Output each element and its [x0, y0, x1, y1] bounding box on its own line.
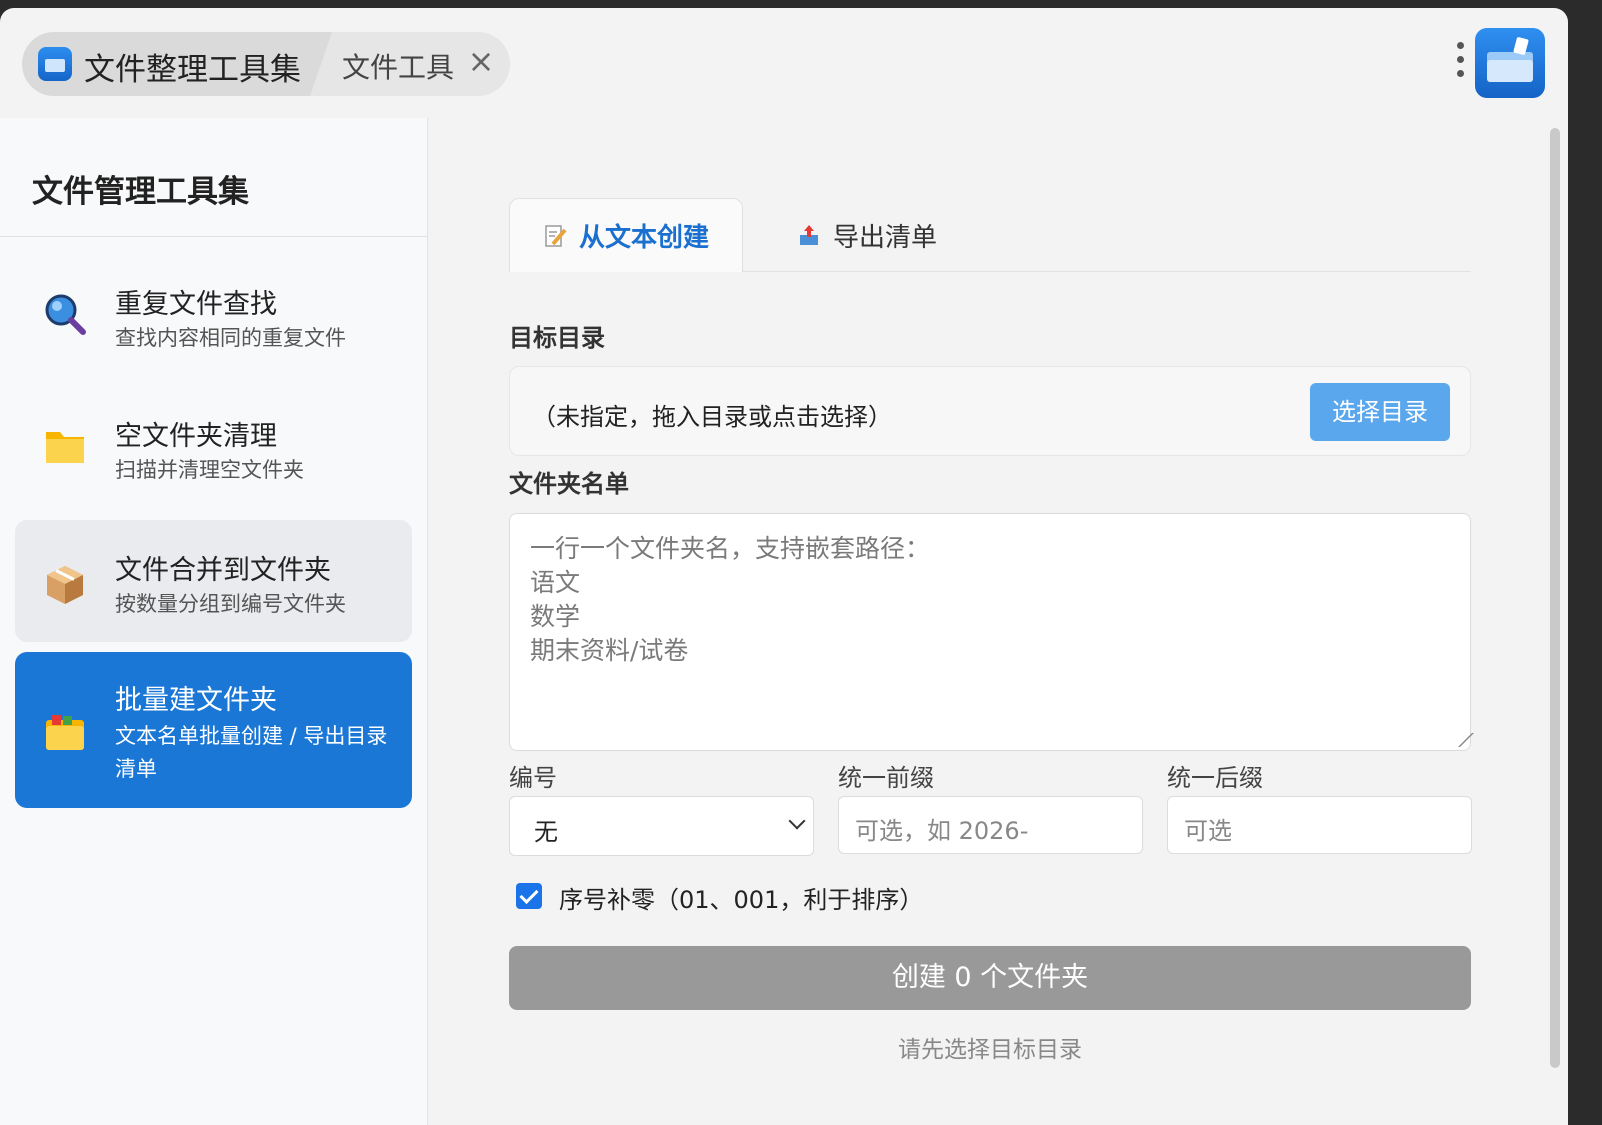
folder-list-textarea[interactable]: 一行一个文件夹名，支持嵌套路径： 语文 数学 期末资料/试卷 — [509, 513, 1474, 751]
sidebar-title: 文件管理工具集 — [32, 174, 249, 210]
choose-dir-button[interactable]: 选择目录 — [1310, 383, 1450, 441]
sidebar-item-desc: 查找内容相同的重复文件 — [115, 326, 346, 350]
suffix-placeholder: 可选 — [1184, 817, 1232, 845]
outbox-icon — [800, 225, 818, 245]
sidebar-item-desc: 文本名单批量创建 / 导出目录清单 — [115, 724, 388, 781]
tab-label: 从文本创建 — [578, 223, 709, 253]
sidebar-item-empty-folder-cleanup[interactable]: 空文件夹清理 扫描并清理空文件夹 — [15, 390, 412, 502]
target-dir-label: 目标目录 — [509, 324, 605, 352]
zero-pad-label[interactable]: 序号补零（01、001，利于排序） — [559, 880, 923, 915]
prefix-input[interactable]: 可选，如 2026- — [838, 796, 1143, 854]
sidebar-item-merge-to-folder[interactable]: 文件合并到文件夹 按数量分组到编号文件夹 — [15, 520, 412, 642]
app-title: 文件整理工具集 — [84, 52, 301, 88]
tab-bar: 从文本创建 导出清单 — [509, 198, 1471, 272]
sidebar-item-label: 文件合并到文件夹 — [115, 555, 331, 586]
resize-handle-icon[interactable] — [1446, 733, 1474, 747]
tab-export-list[interactable]: 导出清单 — [797, 198, 937, 272]
package-icon — [47, 566, 83, 604]
folder-list-label: 文件夹名单 — [509, 470, 629, 498]
sidebar-item-label: 批量建文件夹 — [115, 685, 277, 716]
numbering-label: 编号 — [509, 764, 557, 792]
target-dir-dropzone[interactable]: （未指定，拖入目录或点击选择） 选择目录 — [509, 366, 1471, 456]
title-bar: 文件整理工具集 文件工具 × — [0, 8, 1568, 118]
main-panel: 从文本创建 导出清单 目标目录 （未指定，拖入目录或点击选择） 选择目录 文件夹… — [429, 118, 1568, 1125]
hint-text: 请先选择目标目录 — [898, 1037, 1082, 1063]
sidebar-item-duplicate-finder[interactable]: 重复文件查找 查找内容相同的重复文件 — [15, 258, 412, 370]
sidebar-item-desc: 按数量分组到编号文件夹 — [115, 592, 346, 616]
memo-icon — [545, 224, 567, 247]
scrollbar[interactable] — [1550, 128, 1560, 1068]
suffix-input[interactable]: 可选 — [1167, 796, 1472, 854]
tab-create-from-text[interactable]: 从文本创建 — [509, 198, 743, 272]
divider — [0, 236, 428, 237]
target-dir-text: （未指定，拖入目录或点击选择） — [532, 403, 892, 431]
tab-label: 导出清单 — [833, 222, 938, 253]
app-window: 文件整理工具集 文件工具 × 文件管理工具集 重复文件查找 查找内容相同的重复文… — [0, 8, 1568, 1125]
more-options-icon[interactable] — [1448, 42, 1472, 86]
sidebar-item-desc: 扫描并清理空文件夹 — [115, 458, 304, 482]
close-icon[interactable]: × — [466, 45, 496, 77]
sidebar-item-label: 空文件夹清理 — [115, 421, 277, 452]
prefix-label: 统一前缀 — [838, 764, 934, 792]
chevron-down-icon — [788, 812, 806, 830]
create-folders-button[interactable]: 创建 0 个文件夹 — [509, 946, 1471, 1010]
card-folder-icon — [46, 715, 84, 750]
magnifier-icon — [45, 294, 86, 335]
numbering-value: 无 — [534, 818, 558, 846]
suffix-label: 统一后缀 — [1167, 764, 1263, 792]
sidebar-item-batch-create-folders[interactable]: 批量建文件夹 文本名单批量创建 / 导出目录清单 — [15, 652, 412, 808]
prefix-placeholder: 可选，如 2026- — [855, 817, 1029, 845]
app-logo-icon[interactable] — [1475, 28, 1545, 98]
app-icon — [38, 47, 72, 81]
sidebar-item-label: 重复文件查找 — [115, 289, 277, 320]
tab-file-tools[interactable]: 文件工具 — [342, 46, 454, 86]
zero-pad-checkbox[interactable] — [516, 883, 542, 909]
window-tabs: 文件整理工具集 文件工具 × — [22, 32, 510, 96]
folder-list-placeholder: 一行一个文件夹名，支持嵌套路径： 语文 数学 期末资料/试卷 — [530, 534, 931, 665]
folder-icon — [46, 432, 84, 463]
tab-app[interactable]: 文件整理工具集 — [22, 32, 332, 96]
numbering-select[interactable]: 无 — [509, 796, 814, 856]
sidebar: 文件管理工具集 重复文件查找 查找内容相同的重复文件 空文件夹清理 扫描并清理空… — [0, 118, 428, 1125]
